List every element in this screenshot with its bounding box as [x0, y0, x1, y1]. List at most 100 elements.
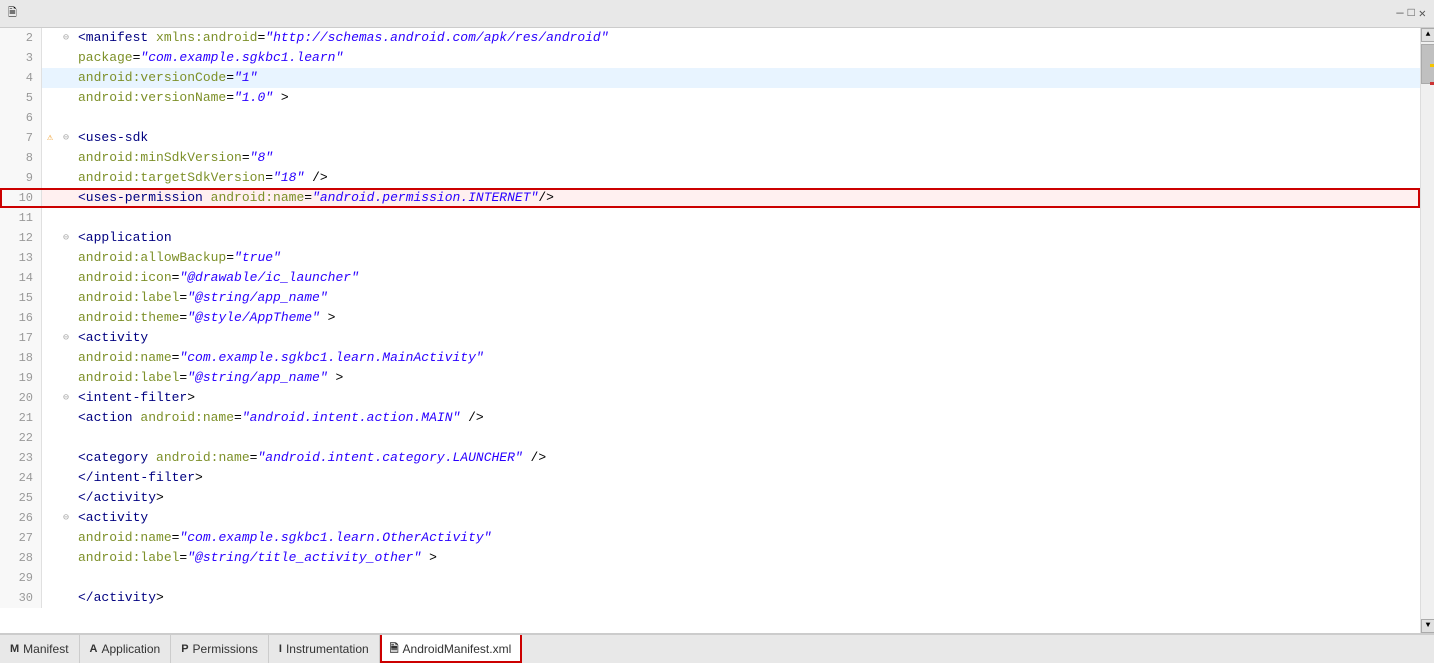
code-line-3: 3 package="com.example.sgkbc1.learn": [0, 48, 1420, 68]
code-line-17: 17 ⊖ <activity: [0, 328, 1420, 348]
line-number: 13: [0, 248, 42, 268]
line-number: 9: [0, 168, 42, 188]
line-code: package="com.example.sgkbc1.learn": [74, 48, 1420, 68]
fold-marker[interactable]: ⊖: [58, 32, 74, 44]
tab-instrumentation[interactable]: IInstrumentation: [269, 635, 380, 663]
line-code: [74, 208, 1420, 228]
code-line-19: 19 android:label="@string/app_name" >: [0, 368, 1420, 388]
code-line-2: 2 ⊖<manifest xmlns:android="http://schema…: [0, 28, 1420, 48]
tab-icon-manifest: M: [10, 643, 19, 655]
tab-icon-application: A: [90, 643, 98, 655]
code-line-28: 28 android:label="@string/title_activity…: [0, 548, 1420, 568]
scrollbar-track[interactable]: [1421, 42, 1434, 619]
line-number: 7: [0, 128, 42, 148]
line-code: <uses-permission android:name="android.p…: [74, 188, 1420, 208]
line-code: <category android:name="android.intent.c…: [74, 448, 1420, 468]
maximize-button[interactable]: □: [1408, 6, 1415, 21]
line-number: 12: [0, 228, 42, 248]
fold-marker[interactable]: ⊖: [58, 332, 74, 344]
tab-label-application: Application: [101, 642, 160, 656]
close-button[interactable]: ✕: [1419, 6, 1426, 21]
line-number: 27: [0, 528, 42, 548]
line-number: 28: [0, 548, 42, 568]
line-code: android:theme="@style/AppTheme" >: [74, 308, 1420, 328]
fold-marker[interactable]: ⊖: [58, 512, 74, 524]
line-code: android:versionName="1.0" >: [74, 88, 1420, 108]
line-gutter-icon: ⚠: [42, 132, 58, 144]
line-code: android:icon="@drawable/ic_launcher": [74, 268, 1420, 288]
line-number: 4: [0, 68, 42, 88]
line-number: 5: [0, 88, 42, 108]
line-code: [74, 108, 1420, 128]
tab-manifest[interactable]: M Manifest: [0, 635, 80, 663]
marker-yellow: [1430, 64, 1434, 67]
code-line-26: 26 ⊖ <activity: [0, 508, 1420, 528]
line-code: android:targetSdkVersion="18" />: [74, 168, 1420, 188]
fold-marker[interactable]: ⊖: [58, 232, 74, 244]
line-number: 10: [0, 188, 42, 208]
line-number: 19: [0, 368, 42, 388]
line-code: android:label="@string/app_name" >: [74, 368, 1420, 388]
line-code: android:minSdkVersion="8": [74, 148, 1420, 168]
code-line-24: 24 </intent-filter>: [0, 468, 1420, 488]
tab-permissions[interactable]: P Permissions: [171, 635, 269, 663]
tab-label-permissions: Permissions: [193, 642, 258, 656]
line-number: 23: [0, 448, 42, 468]
code-line-15: 15 android:label="@string/app_name": [0, 288, 1420, 308]
line-number: 29: [0, 568, 42, 588]
line-code: android:label="@string/title_activity_ot…: [74, 548, 1420, 568]
code-line-23: 23 <category android:name="android.inten…: [0, 448, 1420, 468]
code-line-21: 21 <action android:name="android.intent.…: [0, 408, 1420, 428]
line-code: </activity>: [74, 588, 1420, 608]
right-scrollbar[interactable]: ▲ ▼: [1420, 28, 1434, 633]
line-number: 6: [0, 108, 42, 128]
tab-androidmanifest[interactable]: 🗎AndroidManifest.xml: [380, 633, 523, 663]
line-code: <intent-filter>: [74, 388, 1420, 408]
code-line-11: 11: [0, 208, 1420, 228]
line-number: 17: [0, 328, 42, 348]
tab-label-instrumentation: Instrumentation: [286, 642, 369, 656]
line-code: </activity>: [74, 488, 1420, 508]
scroll-up-button[interactable]: ▲: [1421, 28, 1434, 42]
line-code: android:allowBackup="true": [74, 248, 1420, 268]
title-icon: 🗎: [8, 4, 17, 23]
editor-area: 2⊖<manifest xmlns:android="http://schema…: [0, 28, 1434, 633]
tab-icon-permissions: P: [181, 643, 188, 655]
tab-label-manifest: Manifest: [23, 642, 68, 656]
line-number: 11: [0, 208, 42, 228]
line-code: <activity: [74, 508, 1420, 528]
line-code: <manifest xmlns:android="http://schemas.…: [74, 28, 1420, 48]
code-line-30: 30 </activity>: [0, 588, 1420, 608]
line-code: <activity: [74, 328, 1420, 348]
line-number: 26: [0, 508, 42, 528]
line-number: 3: [0, 48, 42, 68]
line-code: <uses-sdk: [74, 128, 1420, 148]
code-line-12: 12⊖ <application: [0, 228, 1420, 248]
minimize-button[interactable]: —: [1396, 6, 1403, 21]
fold-marker[interactable]: ⊖: [58, 132, 74, 144]
code-line-13: 13 android:allowBackup="true": [0, 248, 1420, 268]
code-line-6: 6: [0, 108, 1420, 128]
code-scroll-area[interactable]: 2⊖<manifest xmlns:android="http://schema…: [0, 28, 1420, 633]
line-code: android:name="com.example.sgkbc1.learn.O…: [74, 528, 1420, 548]
marker-red: [1430, 82, 1434, 85]
code-line-20: 20⊖ <intent-filter>: [0, 388, 1420, 408]
line-number: 15: [0, 288, 42, 308]
scroll-down-button[interactable]: ▼: [1421, 619, 1434, 633]
line-number: 22: [0, 428, 42, 448]
line-number: 30: [0, 588, 42, 608]
code-line-18: 18 android:name="com.example.sgkbc1.lear…: [0, 348, 1420, 368]
title-bar: 🗎 — □ ✕: [0, 0, 1434, 28]
line-number: 16: [0, 308, 42, 328]
line-number: 2: [0, 28, 42, 48]
code-line-25: 25 </activity>: [0, 488, 1420, 508]
code-line-10: 10 <uses-permission android:name="androi…: [0, 188, 1420, 208]
line-code: android:versionCode="1": [74, 68, 1420, 88]
tab-application[interactable]: AApplication: [80, 635, 172, 663]
line-number: 18: [0, 348, 42, 368]
code-line-5: 5 android:versionName="1.0" >: [0, 88, 1420, 108]
code-line-9: 9 android:targetSdkVersion="18" />: [0, 168, 1420, 188]
line-number: 25: [0, 488, 42, 508]
fold-marker[interactable]: ⊖: [58, 392, 74, 404]
code-line-22: 22: [0, 428, 1420, 448]
